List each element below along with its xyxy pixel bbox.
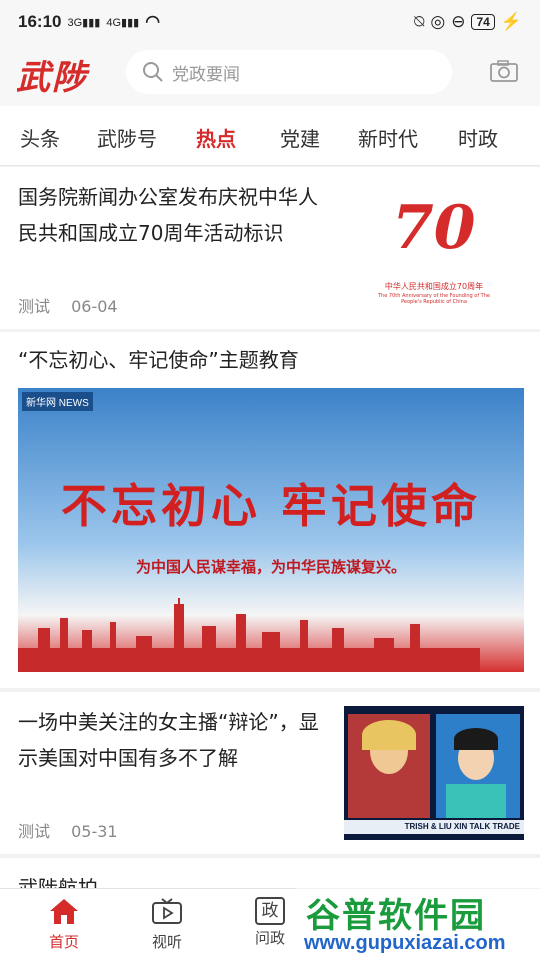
news-item[interactable]: 一场中美关注的女主播“辩论”，显示美国对中国有多不了解 测试 05-31 TRI… [0, 692, 540, 854]
news-thumbnail: TRISH & LIU XIN TALK TRADE [344, 706, 524, 840]
thumb-caption-en: The 70th Anniversary of the Founding of … [378, 293, 490, 305]
nav-home-label: 首页 [48, 933, 79, 951]
search-input[interactable]: 党政要闻 [126, 50, 452, 94]
signal-4g-icon: 4G▮▮▮ [106, 16, 140, 29]
app-logo: 武陟 [16, 58, 88, 98]
watermark: 谷普软件园 www.gupuxiazai.com [296, 884, 540, 960]
news-title: “不忘初心、牢记使命”主题教育 [18, 348, 299, 372]
anchor-left-image [348, 714, 430, 818]
banner-slogan: 不忘初心 牢记使命 [60, 479, 481, 533]
politics-icon: 政 [255, 897, 285, 925]
signal-3g-icon: 3G▮▮▮ [67, 16, 101, 29]
category-tabs: 头条 武陟号 热点 党建 新时代 时政 [0, 106, 540, 166]
tab-hot[interactable]: 热点 [196, 123, 236, 152]
battery-icon: 74 [471, 14, 495, 30]
tab-politics[interactable]: 时政 [458, 123, 498, 152]
news-meta: 测试 06-04 [18, 293, 134, 317]
banner-subtitle: 为中国人民谋幸福，为中华民族谋复兴。 [135, 558, 406, 576]
news-title: 国务院新闻办公室发布庆祝中华人民共和国成立70周年活动标识 [18, 185, 318, 245]
tv-icon [152, 898, 182, 924]
news-meta: 测试 05-31 [18, 818, 134, 842]
news-banner: 新华网 NEWS 不忘初心 牢记使命 为中国人民谋幸福，为中华民族谋复兴。 [18, 388, 524, 672]
nav-media[interactable]: 视听 [137, 897, 197, 952]
search-placeholder: 党政要闻 [172, 64, 240, 85]
news-date: 05-31 [71, 822, 118, 841]
status-bar: 16:10 3G▮▮▮ 4G▮▮▮ ◠ ⍉ ◎ ⊖ 74 ⚡ [0, 0, 540, 44]
app-header: 武陟 党政要闻 [0, 44, 540, 106]
watermark-url: www.gupuxiazai.com [304, 932, 506, 954]
news-source: 测试 [18, 297, 51, 316]
news-source: 测试 [18, 822, 51, 841]
news-ticker: TRISH & LIU XIN TALK TRADE [344, 820, 524, 834]
city-skyline-icon [18, 598, 480, 672]
tab-headlines[interactable]: 头条 [20, 123, 60, 152]
nav-media-label: 视听 [151, 933, 182, 951]
news-item[interactable]: 国务院新闻办公室发布庆祝中华人民共和国成立70周年活动标识 测试 06-04 7… [0, 167, 540, 329]
anniversary-70-logo: 70 [392, 193, 476, 263]
news-item[interactable]: “不忘初心、牢记使命”主题教育 新华网 NEWS 不忘初心 牢记使命 为中国人民… [0, 332, 540, 688]
camera-icon[interactable] [490, 60, 518, 82]
thumb-caption-cn: 中华人民共和国成立70周年 [384, 282, 484, 291]
minus-icon: ⊖ [451, 12, 466, 31]
alarm-icon: ◎ [430, 12, 446, 31]
nav-home[interactable]: 首页 [34, 897, 94, 952]
nav-politics[interactable]: 政 问政 [240, 897, 300, 948]
search-icon [143, 62, 163, 82]
watermark-text: 谷普软件园 [306, 896, 486, 936]
news-date: 06-04 [71, 297, 118, 316]
tab-party[interactable]: 党建 [280, 123, 320, 152]
xinhua-logo: 新华网 NEWS [22, 392, 93, 411]
tab-new-era[interactable]: 新时代 [358, 123, 418, 152]
anchor-right-image [436, 714, 520, 818]
nav-politics-label: 问政 [254, 929, 285, 947]
vibrate-icon: ⍉ [414, 12, 425, 31]
charging-icon: ⚡ [500, 12, 522, 31]
wifi-icon: ◠ [145, 12, 161, 31]
news-thumbnail: 70 中华人民共和国成立70周年 The 70th Anniversary of… [344, 183, 524, 309]
home-icon [50, 899, 78, 924]
tab-wuzhi-hao[interactable]: 武陟号 [97, 123, 157, 152]
news-title: 一场中美关注的女主播“辩论”，显示美国对中国有多不了解 [18, 710, 319, 770]
status-time: 16:10 [18, 12, 62, 31]
